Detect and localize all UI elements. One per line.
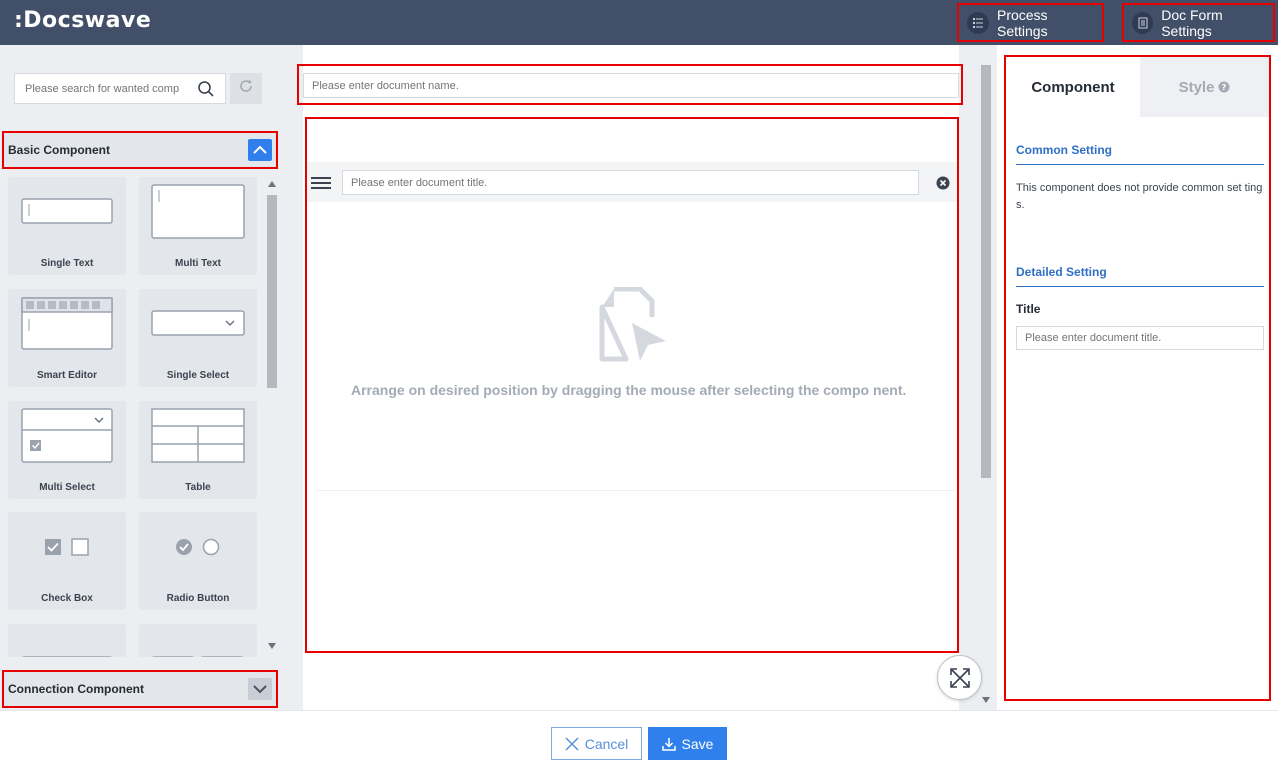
top-header: :Docswave Process Settings Doc Form Sett… [0,0,1278,45]
component-card-smart-editor[interactable]: Smart Editor [8,289,126,387]
save-button[interactable]: Save [648,727,727,760]
chevron-up-icon [253,145,267,154]
single-select-icon [139,289,257,359]
refresh-icon [238,78,254,99]
expand-button[interactable] [248,678,272,700]
common-setting-title: Common Setting [1016,143,1264,165]
divider [317,490,955,491]
component-card-radio-button[interactable]: Radio Button [139,512,257,610]
help-icon: ? [1218,81,1230,93]
component-label: Multi Text [175,258,221,269]
component-card-check-box[interactable]: Check Box [8,512,126,610]
component-label: Smart Editor [36,370,97,381]
check-box-icon [8,512,126,582]
connection-component-label: Connection Component [8,682,144,696]
smart-editor-icon [8,289,126,359]
process-settings-button[interactable]: Process Settings [957,3,1104,42]
component-preview-icon [139,624,257,657]
radio-button-icon [139,512,257,582]
list-icon [967,11,989,34]
canvas-scrollbar[interactable] [979,45,993,710]
process-settings-label: Process Settings [996,6,1048,39]
drag-handle-icon[interactable] [311,176,331,194]
tab-style-label: Style [1178,78,1215,96]
common-setting-text: This component does not provide common s… [1016,182,1263,211]
tab-style[interactable]: Style ? [1140,57,1269,117]
multi-select-icon [8,401,126,471]
doc-form-settings-label: Doc Form Settings [1161,6,1223,39]
settings-tabs: Component Style ? [1006,57,1269,117]
component-preview-icon [8,624,126,657]
collapse-button[interactable] [248,139,272,161]
form-drop-zone[interactable]: Arrange on desired position by dragging … [305,117,959,653]
multi-text-icon [139,177,257,247]
component-label: Radio Button [166,593,230,604]
document-title-row [307,162,957,202]
cancel-label: Cancel [584,735,629,752]
component-search[interactable] [14,73,226,104]
scroll-down-arrow-icon [982,697,990,703]
component-card-multi-select[interactable]: Multi Select [8,401,126,499]
component-label: Table [185,482,211,493]
scroll-up-arrow-icon [268,181,276,187]
connection-component-header[interactable]: Connection Component [2,670,278,708]
scroll-thumb[interactable] [981,65,991,478]
component-card-single-select[interactable]: Single Select [139,289,257,387]
app-logo[interactable]: :Docswave [14,8,151,33]
detailed-setting-title: Detailed Setting [1016,265,1264,287]
tab-component[interactable]: Component [1006,57,1140,117]
app-root: :Docswave Process Settings Doc Form Sett… [0,0,1278,766]
component-search-input[interactable] [25,82,191,95]
component-label: Check Box [41,593,93,604]
title-setting-input[interactable] [1016,326,1264,350]
save-label: Save [681,735,714,752]
component-grid: Single Text Multi Text Smart Editor Sing… [8,177,258,657]
svg-text:?: ? [1222,83,1227,92]
table-icon [139,401,257,471]
empty-state-message: Arrange on desired position by dragging … [351,382,907,398]
component-card-partial[interactable] [8,624,126,657]
chevron-down-icon [253,685,267,694]
close-icon [565,736,579,751]
component-card-table[interactable]: Table [139,401,257,499]
expand-icon [949,667,970,688]
tab-component-label: Component [1031,78,1115,96]
refresh-button[interactable] [230,73,262,104]
document-icon [1132,11,1154,34]
component-label: Single Text [40,258,94,269]
scroll-down-arrow-icon [268,643,276,649]
component-label: Multi Select [39,482,95,493]
title-field-label: Title [1016,302,1041,316]
single-text-icon [8,177,126,247]
footer-bar: Cancel Save [0,710,1278,766]
component-card-partial[interactable] [139,624,257,657]
basic-component-label: Basic Component [8,143,111,157]
component-scrollbar[interactable] [265,177,279,655]
drag-document-icon [596,286,668,368]
basic-component-header[interactable]: Basic Component [2,131,278,169]
scroll-thumb[interactable] [267,195,277,388]
document-name-input[interactable] [303,73,959,98]
component-label: Single Select [166,370,230,381]
document-title-input[interactable] [342,170,919,195]
component-panel: Basic Component Single Text Multi Text [0,45,282,710]
close-icon[interactable] [936,176,950,195]
document-name-box [297,64,963,105]
download-icon [661,737,676,751]
component-card-single-text[interactable]: Single Text [8,177,126,275]
search-icon[interactable] [197,80,215,103]
doc-form-settings-button[interactable]: Doc Form Settings [1122,3,1275,42]
cancel-button[interactable]: Cancel [551,727,642,760]
fullscreen-button[interactable] [937,655,982,700]
component-card-multi-text[interactable]: Multi Text [139,177,257,275]
